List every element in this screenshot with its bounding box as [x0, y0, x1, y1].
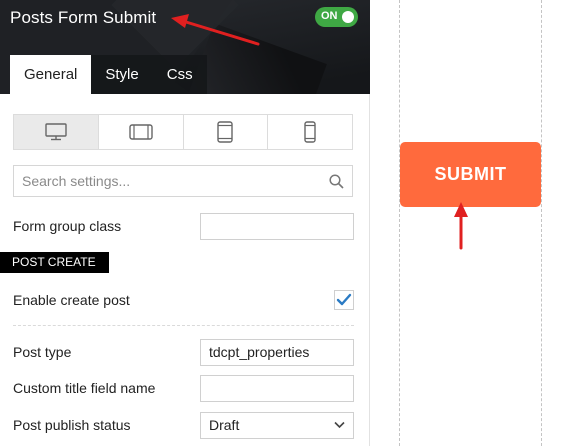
tablet-portrait-icon — [217, 121, 234, 143]
toggle-knob — [342, 11, 354, 23]
phone-icon — [304, 121, 316, 143]
layout-guide-left — [399, 0, 400, 446]
form-group-class-input[interactable] — [200, 213, 354, 240]
post-publish-status-label: Post publish status — [13, 417, 131, 433]
search-input[interactable] — [14, 166, 314, 196]
post-type-input[interactable]: tdcpt_properties — [200, 339, 354, 366]
device-desktop-button[interactable] — [14, 115, 99, 149]
post-publish-status-select[interactable]: Draft — [200, 412, 354, 439]
form-group-class-label: Form group class — [13, 218, 122, 234]
checkmark-icon — [336, 293, 352, 306]
device-phone-button[interactable] — [268, 115, 352, 149]
tablet-landscape-icon — [128, 124, 153, 140]
toggle-label: ON — [321, 10, 338, 22]
enable-create-post-checkbox[interactable] — [334, 290, 354, 310]
post-type-label: Post type — [13, 344, 72, 360]
submit-button[interactable]: SUBMIT — [400, 142, 541, 207]
search-settings-box — [13, 165, 353, 197]
device-tablet-portrait-button[interactable] — [184, 115, 269, 149]
custom-title-field-label: Custom title field name — [13, 380, 156, 396]
tab-style[interactable]: Style — [91, 55, 153, 94]
tab-css[interactable]: Css — [152, 55, 207, 94]
search-icon[interactable] — [329, 174, 344, 189]
tab-bar: General Style Css — [10, 55, 207, 94]
enable-create-post-label: Enable create post — [13, 292, 130, 308]
select-value: Draft — [209, 417, 240, 433]
panel-title: Posts Form Submit — [10, 8, 157, 27]
settings-panel: Posts Form Submit ON General Style Css S… — [0, 0, 370, 446]
device-switcher — [13, 114, 353, 150]
layout-guide-right — [541, 0, 542, 446]
tab-general[interactable]: General — [10, 55, 92, 94]
annotation-arrow-submit — [454, 202, 468, 250]
panel-header: Posts Form Submit ON General Style Css — [0, 0, 370, 94]
section-divider — [13, 325, 354, 326]
chevron-down-icon — [334, 421, 345, 429]
section-title-post-create: POST CREATE — [0, 252, 109, 273]
desktop-icon — [45, 123, 67, 141]
custom-title-field-input[interactable] — [200, 375, 354, 402]
device-tablet-landscape-button[interactable] — [99, 115, 184, 149]
on-off-toggle[interactable]: ON — [315, 7, 358, 27]
